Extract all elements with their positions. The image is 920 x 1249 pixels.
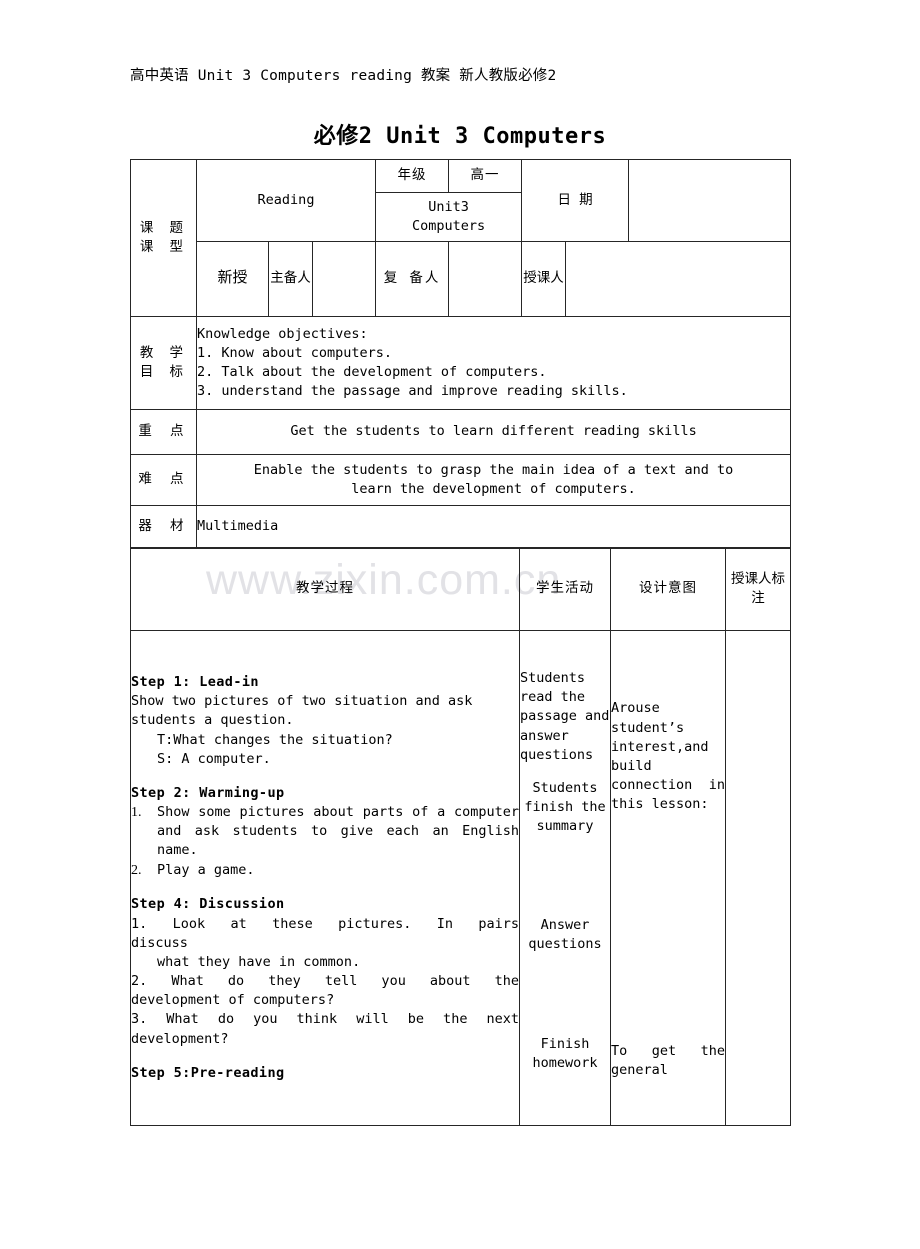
label-key-points: 重 点 bbox=[130, 409, 197, 455]
value-unit-line2: Computers bbox=[411, 218, 486, 234]
procedure-step2-title: Step 2: Warming-up bbox=[131, 784, 285, 801]
label-course-type: 课 型 bbox=[139, 239, 188, 255]
value-re-preparer[interactable] bbox=[448, 241, 523, 317]
value-topic[interactable]: Reading bbox=[195, 159, 377, 242]
value-unit[interactable]: Unit3 Computers bbox=[375, 192, 523, 242]
intent-top-spacer bbox=[611, 661, 725, 699]
value-course-type[interactable]: 新授 bbox=[196, 241, 269, 317]
table-row: 新授 主备人 复 备人 授课人 bbox=[131, 241, 792, 317]
value-objectives: Knowledge objectives: 1. Know about comp… bbox=[195, 316, 792, 410]
procedure-step4-item3-line2: development? bbox=[131, 1030, 229, 1047]
procedure-step1-line3: T:What changes the situation? bbox=[157, 731, 393, 748]
column-header-teacher-note: 授课人标注 bbox=[725, 547, 791, 631]
label-equipment: 器 材 bbox=[130, 505, 197, 549]
table-header-row: 教学过程 学生活动 设计意图 授课人标注 bbox=[130, 547, 791, 631]
value-unit-line1: Unit3 bbox=[428, 198, 469, 215]
list-number: 2. bbox=[131, 862, 142, 878]
student-activity-block: Answer questions bbox=[528, 917, 602, 953]
procedure-step1-title: Step 1: Lead-in bbox=[131, 674, 259, 691]
list-body: Play a game. bbox=[157, 861, 255, 878]
value-teacher[interactable] bbox=[565, 241, 792, 317]
column-header-procedure: 教学过程 bbox=[130, 547, 520, 631]
procedure-step4-title: Step 4: Discussion bbox=[131, 896, 285, 913]
procedure-step1-line1: Show two pictures of two situation and a… bbox=[131, 693, 473, 710]
value-key-points: Get the students to learn different read… bbox=[195, 409, 792, 455]
label-date: 日 期 bbox=[521, 159, 630, 242]
procedure-step5-title: Step 5:Pre-reading bbox=[131, 1064, 285, 1081]
lesson-info-table: 课 题 课 型 Reading 年级 高一 日 期 Unit3 Computer… bbox=[130, 159, 792, 549]
cell-design-intent[interactable]: Arouse student’s interest,and build conn… bbox=[610, 630, 726, 1126]
label-objectives-line1: 教 学 目 标 bbox=[139, 344, 188, 380]
list-body: Show some pictures about parts of a comp… bbox=[157, 804, 519, 859]
design-intent-block: Arouse student’s interest,and build conn… bbox=[611, 700, 725, 813]
lesson-procedure-table: 教学过程 学生活动 设计意图 授课人标注 Step 1: Lead-in Sho… bbox=[130, 547, 791, 1126]
cell-teacher-note[interactable] bbox=[725, 630, 791, 1126]
objectives-item: 2. Talk about the development of compute… bbox=[197, 364, 547, 380]
label-difficult-points: 难 点 bbox=[130, 454, 197, 506]
objectives-item: 1. Know about computers. bbox=[197, 344, 393, 361]
student-activity-block: Students read the passage and answer que… bbox=[520, 670, 610, 763]
value-equipment[interactable]: Multimedia bbox=[195, 505, 792, 549]
procedure-step2-item2: 2. Play a game. bbox=[131, 861, 519, 881]
label-objectives: 教 学 目 标 bbox=[130, 316, 197, 410]
objectives-heading: Knowledge objectives: bbox=[197, 325, 368, 342]
document-header-line: 高中英语 Unit 3 Computers reading 教案 新人教版必修2 bbox=[130, 68, 557, 84]
table-row: Step 1: Lead-in Show two pictures of two… bbox=[130, 630, 791, 1126]
label-grade: 年级 bbox=[375, 159, 450, 193]
table-row: 器 材 Multimedia bbox=[130, 505, 792, 549]
label-re-preparer: 复 备人 bbox=[375, 241, 450, 317]
difficult-points-line2: learn the development of computers. bbox=[351, 481, 636, 497]
procedure-step4-item2-line2: development of computers? bbox=[131, 992, 335, 1009]
procedure-step4-item1-line2: discuss bbox=[131, 934, 188, 951]
procedure-step4-item3-line1: 3. What do you think will be the next bbox=[131, 1011, 519, 1028]
value-grade[interactable]: 高一 bbox=[448, 159, 523, 193]
page-title: 必修2 Unit 3 Computers bbox=[313, 124, 607, 149]
procedure-step4-item2-line1: 2. What do they tell you about the bbox=[131, 973, 519, 990]
value-date[interactable] bbox=[628, 159, 792, 242]
label-topic: 课 题 bbox=[139, 219, 188, 236]
label-main-preparer: 主备人 bbox=[268, 241, 313, 317]
column-header-student-activity: 学生活动 bbox=[519, 547, 611, 631]
design-intent-block: To get the general bbox=[611, 1043, 725, 1079]
column-header-design-intent: 设计意图 bbox=[610, 547, 726, 631]
cell-procedure[interactable]: Step 1: Lead-in Show two pictures of two… bbox=[130, 630, 520, 1126]
cell-student-activity[interactable]: Students read the passage and answer que… bbox=[519, 630, 611, 1126]
procedure-step4-item1-line3: what they have in common. bbox=[157, 953, 361, 970]
difficult-points-line1: Enable the students to grasp the main id… bbox=[253, 461, 734, 478]
student-activity-block: Finish homework bbox=[532, 1035, 598, 1071]
table-row: 难 点 Enable the students to grasp the mai… bbox=[130, 454, 792, 506]
student-activity-block: Students finish the summary bbox=[524, 779, 606, 835]
table-row: 重 点 Get the students to learn different … bbox=[130, 409, 792, 455]
procedure-step4-item1-line1: 1. Look at these pictures. In pairs bbox=[131, 915, 519, 932]
document-page: 高中英语 Unit 3 Computers reading 教案 新人教版必修2… bbox=[0, 0, 920, 1249]
activity-spacer bbox=[520, 850, 610, 916]
value-difficult-points: Enable the students to grasp the main id… bbox=[195, 454, 792, 506]
list-number: 1. bbox=[131, 805, 142, 821]
procedure-step2-item1: 1. Show some pictures about parts of a c… bbox=[131, 803, 519, 860]
label-topic-and-type: 课 题 课 型 bbox=[130, 159, 197, 317]
procedure-step1-line4: S: A computer. bbox=[157, 750, 271, 767]
procedure-spacer bbox=[131, 769, 519, 784]
label-teacher: 授课人 bbox=[521, 241, 567, 317]
value-main-preparer[interactable] bbox=[311, 241, 377, 317]
objectives-item: 3. understand the passage and improve re… bbox=[197, 383, 628, 400]
table-row: 课 题 课 型 Reading 年级 高一 日 期 bbox=[130, 159, 792, 317]
procedure-step1-line2: students a question. bbox=[131, 712, 294, 729]
activity-spacer bbox=[520, 969, 610, 1035]
table-row: 教 学 目 标 Knowledge objectives: 1. Know ab… bbox=[130, 316, 792, 410]
procedure-spacer bbox=[131, 880, 519, 895]
procedure-spacer bbox=[131, 1049, 519, 1064]
intent-spacer bbox=[611, 828, 725, 1042]
